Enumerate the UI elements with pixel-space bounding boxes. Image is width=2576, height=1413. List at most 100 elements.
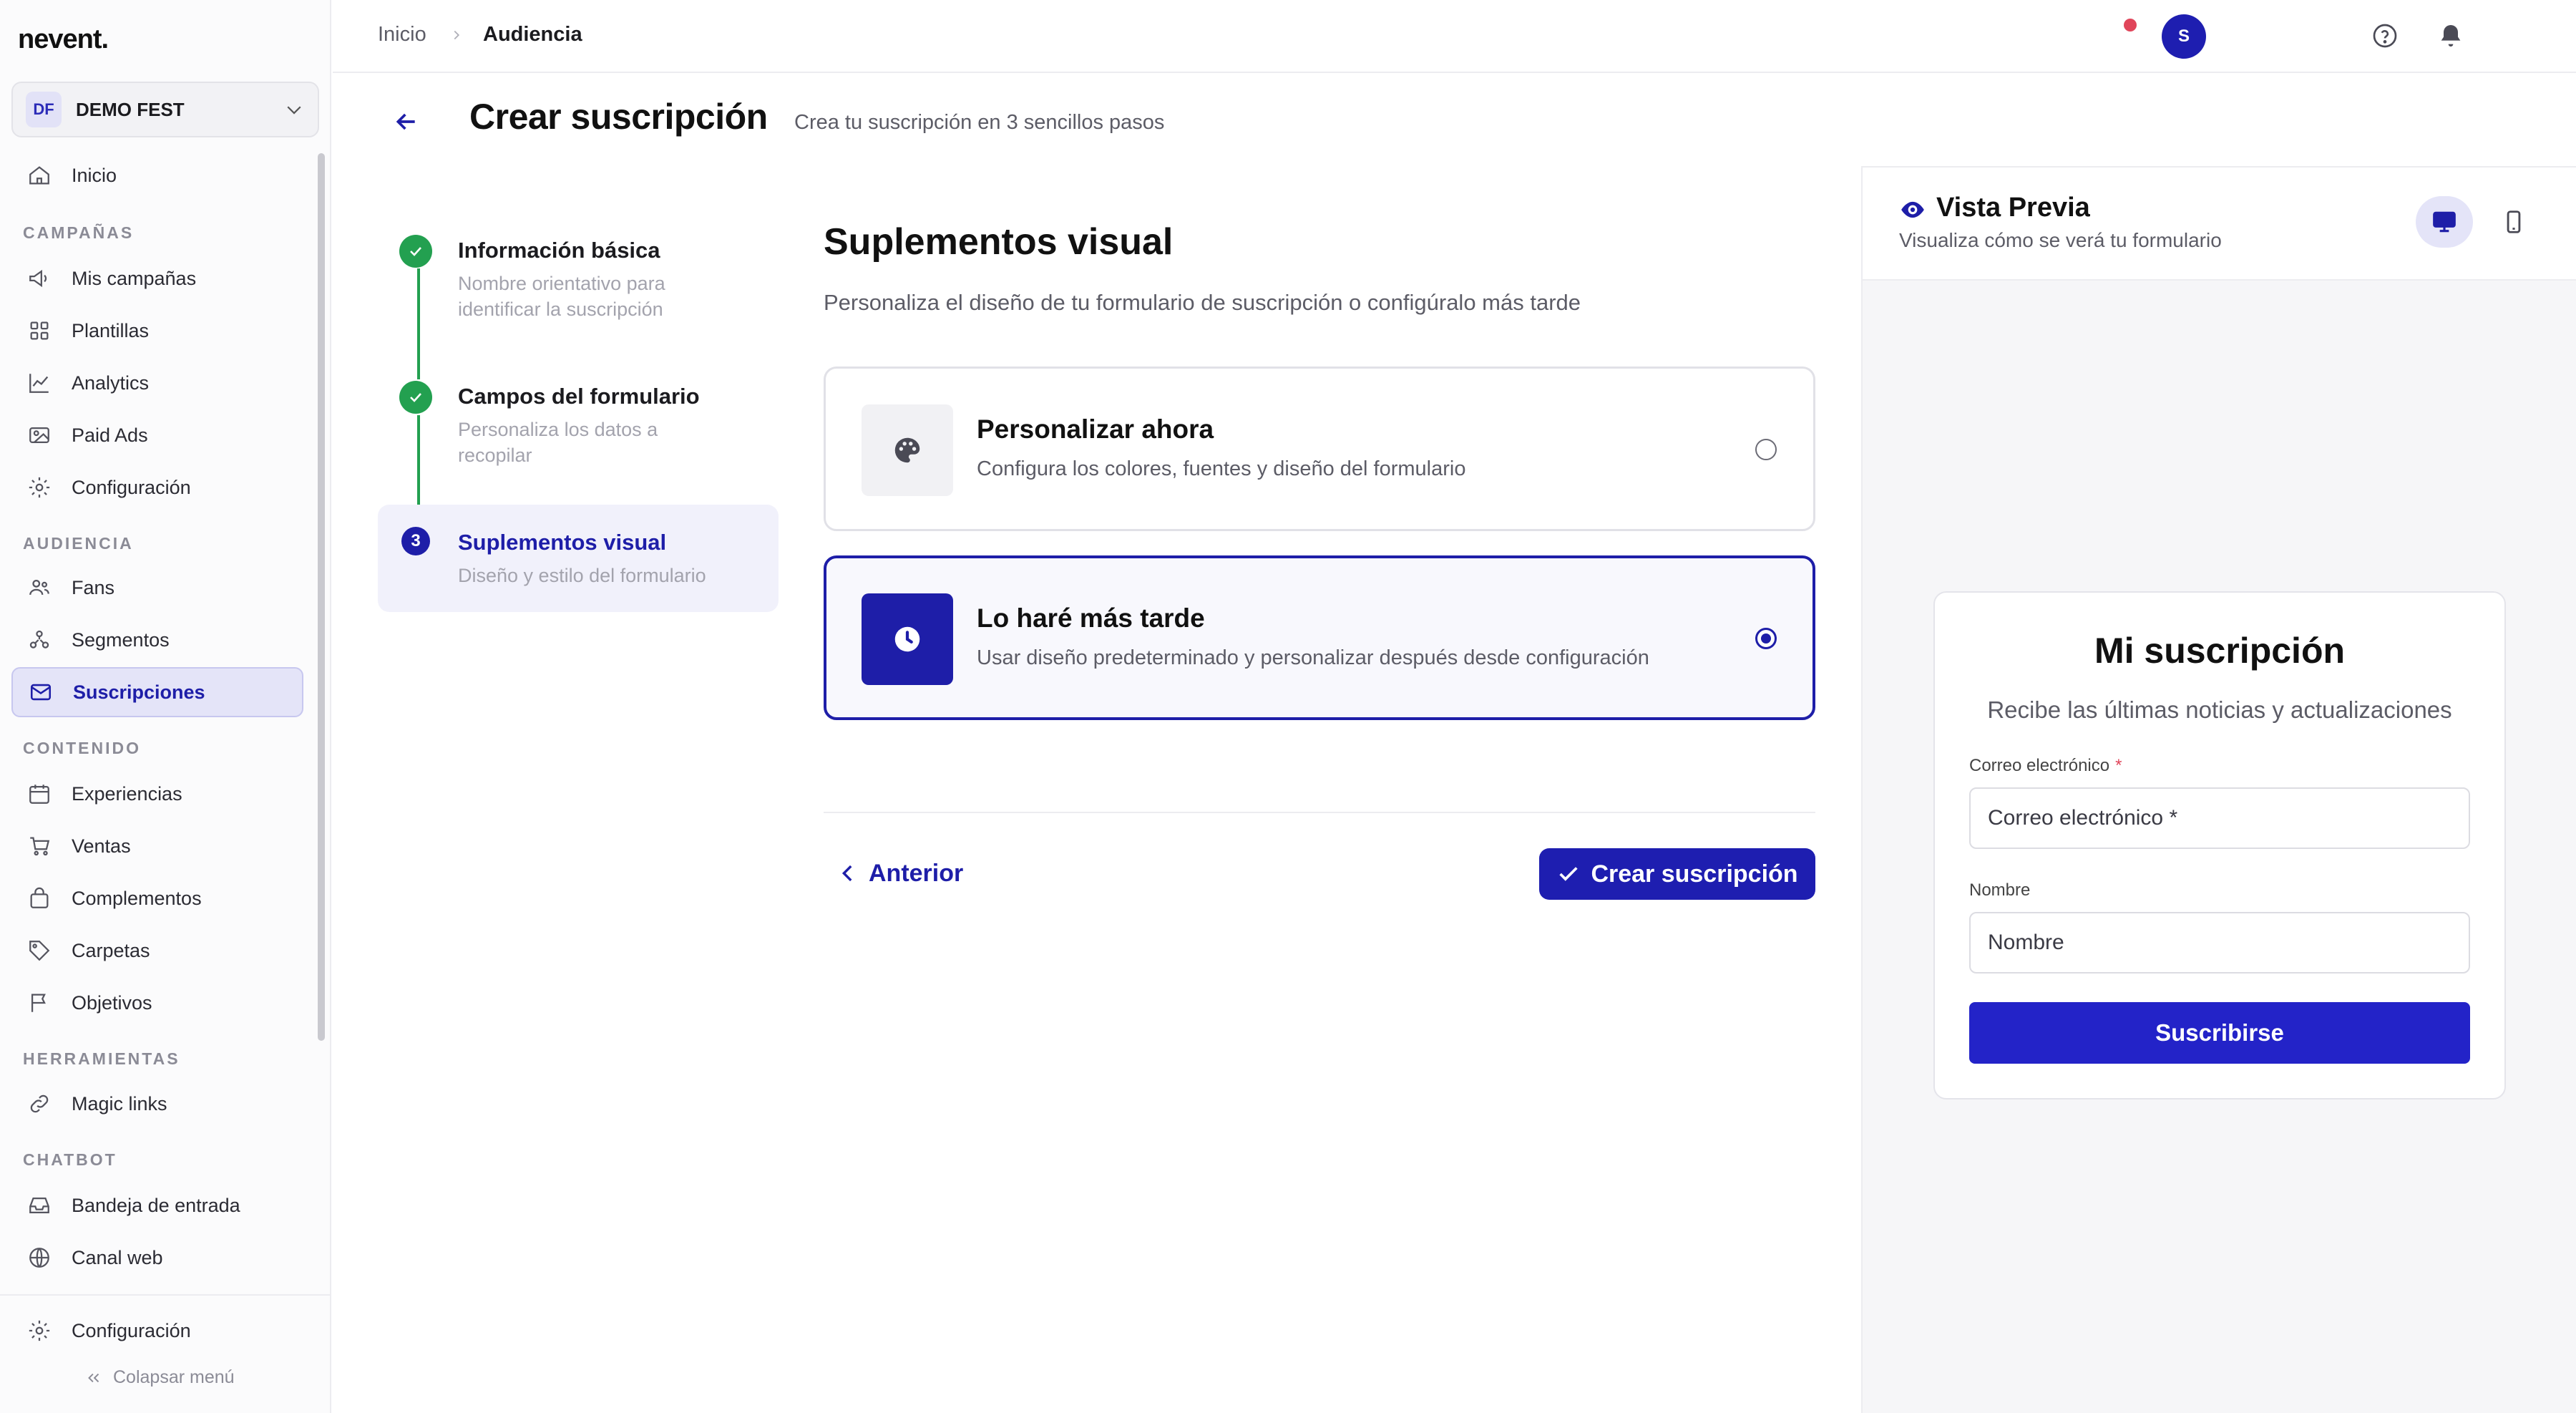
- sidebar-item-inicio[interactable]: Inicio: [11, 150, 303, 200]
- form-divider: [824, 812, 1815, 813]
- sidebar-item-label: Ventas: [72, 835, 131, 857]
- users-icon: [29, 579, 49, 596]
- option-personalizar-ahora[interactable]: Personalizar ahora Configura los colores…: [824, 366, 1815, 531]
- email-field-label: Correo electrónico *: [1969, 756, 2122, 776]
- preview-title: Vista Previa: [1936, 193, 2090, 223]
- inbox-icon: [29, 1197, 49, 1214]
- collapse-menu-button[interactable]: Colapsar menú: [84, 1367, 235, 1388]
- flag-icon: [31, 994, 46, 1012]
- sidebar-item-configuracion-footer[interactable]: Configuración: [11, 1306, 303, 1356]
- email-field[interactable]: Correo electrónico *: [1969, 787, 2470, 849]
- check-icon: [399, 235, 432, 268]
- stepper-connector: [417, 268, 420, 379]
- preview-panel: Vista Previa Visualiza cómo se verá tu f…: [1861, 166, 2576, 1413]
- sidebar-item-paid-ads[interactable]: Paid Ads: [11, 410, 303, 460]
- sidebar-item-canal-web[interactable]: Canal web: [11, 1233, 303, 1283]
- collapse-menu-label: Colapsar menú: [113, 1367, 235, 1387]
- form-preview-subtitle: Recibe las últimas noticias y actualizac…: [1987, 696, 2452, 723]
- step-title: Campos del formulario: [458, 384, 700, 409]
- radio-personalizar-ahora[interactable]: [1755, 439, 1777, 460]
- sidebar-item-label: Paid Ads: [72, 424, 148, 446]
- sidebar-item-complementos[interactable]: Complementos: [11, 873, 303, 923]
- monitor-icon: [2433, 211, 2456, 233]
- sidebar-item-label: Complementos: [72, 887, 202, 909]
- stepper-connector: [417, 415, 420, 512]
- clock-icon: [862, 593, 953, 685]
- sidebar-section-chatbot: CHATBOT: [23, 1150, 117, 1169]
- link-icon: [30, 1094, 49, 1113]
- check-icon: [1559, 867, 1579, 881]
- required-marker: *: [2115, 756, 2122, 775]
- chevrons-left-icon: [88, 1373, 99, 1382]
- option-description: Usar diseño predeterminado y personaliza…: [977, 646, 1649, 669]
- sidebar-item-label: Canal web: [72, 1246, 163, 1268]
- sidebar-item-label: Fans: [72, 576, 115, 598]
- grid-icon: [30, 321, 49, 340]
- palette-icon: [862, 404, 953, 496]
- sidebar-item-label: Analytics: [72, 372, 150, 394]
- option-title: Personalizar ahora: [977, 414, 1214, 444]
- option-lo-hare-mas-tarde[interactable]: Lo haré más tarde Usar diseño predetermi…: [824, 555, 1815, 720]
- page-subtitle: Crea tu suscripción en 3 sencillos pasos: [794, 111, 1165, 134]
- sidebar-item-mis-campanas[interactable]: Mis campañas: [11, 253, 303, 304]
- sidebar-item-carpetas[interactable]: Carpetas: [11, 926, 303, 976]
- gear-icon: [29, 477, 50, 498]
- sidebar-item-magic-links[interactable]: Magic links: [11, 1079, 303, 1129]
- breadcrumb-home[interactable]: Inicio: [378, 23, 426, 47]
- sidebar-divider: [0, 1294, 330, 1296]
- sidebar-item-bandeja-de-entrada[interactable]: Bandeja de entrada: [11, 1180, 303, 1230]
- subscribe-button[interactable]: Suscribirse: [1969, 1002, 2470, 1064]
- bell-icon[interactable]: [2436, 21, 2465, 50]
- sidebar-item-label: Suscripciones: [73, 681, 205, 703]
- sidebar-section-herramientas: HERRAMIENTAS: [23, 1049, 180, 1068]
- sidebar-item-fans[interactable]: Fans: [11, 563, 303, 613]
- sidebar-item-suscripciones[interactable]: Suscripciones: [11, 667, 303, 717]
- calendar-icon: [29, 785, 49, 804]
- sidebar-item-label: Mis campañas: [72, 267, 197, 289]
- sidebar-item-label: Configuración: [72, 1319, 191, 1341]
- previous-button[interactable]: Anterior: [836, 853, 963, 893]
- org-initials-badge: DF: [26, 92, 62, 127]
- sidebar: nevent. DF DEMO FEST Inicio CAMPAÑAS Mis…: [0, 0, 331, 1413]
- sidebar-item-configuracion[interactable]: Configuración: [11, 462, 303, 513]
- step-description: Nombre orientativo para identificar la s…: [458, 273, 665, 320]
- page-title: Crear suscripción: [469, 97, 768, 137]
- sidebar-item-ventas[interactable]: Ventas: [11, 821, 303, 871]
- sidebar-item-label: Inicio: [72, 164, 117, 186]
- sidebar-section-contenido: CONTENIDO: [23, 739, 141, 757]
- avatar[interactable]: S: [2162, 14, 2206, 59]
- chevron-left-icon: [841, 865, 852, 882]
- create-subscription-label: Crear suscripción: [1591, 860, 1798, 888]
- org-selector[interactable]: DF DEMO FEST: [11, 82, 319, 137]
- step-title: Suplementos visual: [458, 530, 667, 555]
- notification-dot: [2124, 19, 2137, 31]
- preview-header: Vista Previa Visualiza cómo se verá tu f…: [1863, 167, 2576, 281]
- sidebar-item-experiencias[interactable]: Experiencias: [11, 769, 303, 819]
- sidebar-item-analytics[interactable]: Analytics: [11, 358, 303, 408]
- mail-icon: [30, 684, 52, 701]
- section-subtitle: Personaliza el diseño de tu formulario d…: [824, 290, 1581, 315]
- sidebar-item-plantillas[interactable]: Plantillas: [11, 306, 303, 356]
- chart-line-icon: [29, 374, 49, 393]
- help-icon[interactable]: [2371, 21, 2399, 50]
- create-subscription-button[interactable]: Crear suscripción: [1539, 848, 1815, 900]
- sidebar-section-audiencia: AUDIENCIA: [23, 534, 134, 553]
- name-field[interactable]: Nombre: [1969, 912, 2470, 973]
- sidebar-item-label: Plantillas: [72, 319, 150, 341]
- gear-icon: [29, 1320, 50, 1341]
- sidebar-item-label: Carpetas: [72, 939, 150, 961]
- radio-lo-hare-mas-tarde[interactable]: [1755, 628, 1777, 649]
- back-arrow-icon[interactable]: [392, 107, 421, 136]
- step-active-highlight: [378, 505, 779, 612]
- mobile-view-button[interactable]: [2485, 196, 2542, 248]
- option-description: Configura los colores, fuentes y diseño …: [977, 457, 1466, 480]
- form-preview-title: Mi suscripción: [2094, 631, 2346, 671]
- sidebar-item-segmentos[interactable]: Segmentos: [11, 615, 303, 665]
- subscription-form-preview: Mi suscripción Recibe las últimas notici…: [1933, 591, 2506, 1099]
- sidebar-item-objetivos[interactable]: Objetivos: [11, 978, 303, 1028]
- section-title: Suplementos visual: [824, 221, 1174, 263]
- app-logo[interactable]: nevent.: [18, 24, 109, 55]
- sidebar-scrollbar[interactable]: [318, 153, 325, 1041]
- desktop-view-button[interactable]: [2416, 196, 2473, 248]
- cart-icon: [30, 837, 50, 856]
